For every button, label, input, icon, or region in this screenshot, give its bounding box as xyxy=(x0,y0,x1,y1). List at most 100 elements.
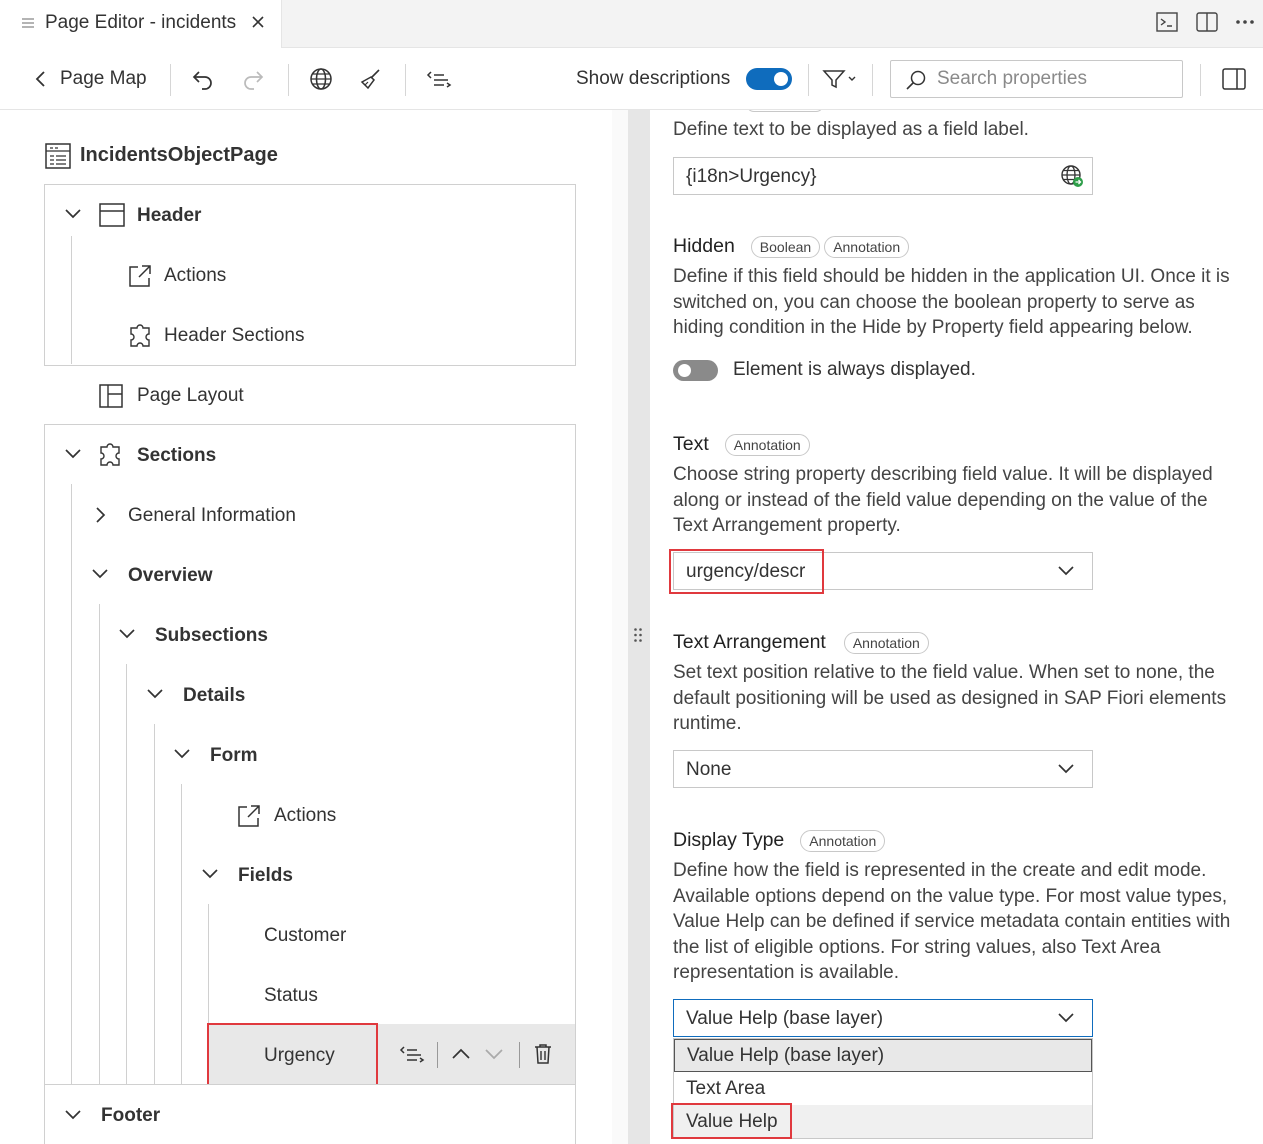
panel-layout-icon[interactable] xyxy=(1222,48,1246,110)
hidden-description: Define if this field should be hidden in… xyxy=(673,266,1230,338)
tree-guide-line xyxy=(99,604,100,1084)
header-layout-icon xyxy=(99,203,125,227)
text-arrangement-select[interactable]: None xyxy=(673,750,1093,788)
chevron-down-icon[interactable] xyxy=(64,447,82,461)
close-icon[interactable] xyxy=(250,10,266,36)
tree-guide-line xyxy=(71,236,72,364)
external-link-icon xyxy=(129,265,151,287)
tree-guide-line xyxy=(154,724,155,1084)
move-up-icon[interactable] xyxy=(451,1047,471,1061)
chevron-down-icon[interactable] xyxy=(91,567,109,581)
globe-icon[interactable] xyxy=(309,48,333,110)
tree-item-fields[interactable]: Fields xyxy=(238,856,293,896)
tab-title: Page Editor - incidents xyxy=(45,12,237,33)
page-tree-panel: IncidentsObjectPage Header Actions Heade… xyxy=(0,110,612,1144)
chevron-down-icon xyxy=(1058,1013,1074,1023)
tree-item-form[interactable]: Form xyxy=(210,736,258,776)
display-type-value: Value Help (base layer) xyxy=(686,1008,884,1029)
outline-list-icon[interactable] xyxy=(399,1044,425,1064)
highlight-box xyxy=(207,1023,378,1087)
toggle-knob xyxy=(678,364,691,377)
properties-panel: Define text to be displayed as a field l… xyxy=(650,110,1263,1144)
tree-item-field[interactable]: Customer xyxy=(264,916,346,956)
tree-guide-line xyxy=(181,784,182,1084)
show-descriptions-toggle[interactable] xyxy=(746,68,792,90)
puzzle-icon xyxy=(130,324,150,347)
chevron-down-icon[interactable] xyxy=(146,687,164,701)
search-icon xyxy=(906,70,926,90)
display-type-title: Display Type xyxy=(673,829,785,851)
hidden-toggle[interactable] xyxy=(673,360,718,381)
tree-item-subsections[interactable]: Subsections xyxy=(155,616,268,656)
tree-item-sections[interactable]: Sections xyxy=(137,436,216,476)
tree-item-page-layout[interactable]: Page Layout xyxy=(137,376,244,416)
text-property-header: Text Annotation xyxy=(673,433,810,456)
split-editor-icon[interactable] xyxy=(1195,10,1219,34)
toolbar-divider xyxy=(170,64,171,96)
undo-icon[interactable] xyxy=(191,48,215,110)
text-arrangement-property-header: Text Arrangement Annotation xyxy=(673,631,929,654)
filter-icon[interactable] xyxy=(822,48,858,110)
tree-item-form-actions[interactable]: Actions xyxy=(274,796,336,836)
chevron-down-icon[interactable] xyxy=(64,1108,82,1122)
clean-brush-icon[interactable] xyxy=(359,48,383,110)
text-arrangement-title: Text Arrangement xyxy=(673,631,826,653)
label-input-value: {i18n>Urgency} xyxy=(686,166,817,187)
annotation-badge: Annotation xyxy=(843,631,929,654)
tree-item-footer[interactable]: Footer xyxy=(101,1096,160,1136)
display-type-select[interactable]: Value Help (base layer) xyxy=(673,999,1093,1037)
move-down-icon[interactable] xyxy=(484,1047,504,1061)
chevron-right-icon[interactable] xyxy=(94,506,106,524)
hidden-title: Hidden xyxy=(673,235,735,257)
outline-list-icon[interactable] xyxy=(426,48,452,110)
chevron-down-icon[interactable] xyxy=(201,867,219,881)
chevron-down-icon[interactable] xyxy=(118,627,136,641)
clipped-badge xyxy=(746,110,824,112)
annotation-badge: Annotation xyxy=(800,829,886,852)
display-type-property-header: Display Type Annotation xyxy=(673,829,886,852)
toolbar-divider xyxy=(1200,64,1201,96)
toolbar-divider xyxy=(405,64,406,96)
dropdown-option-selected[interactable]: Value Help (base layer) xyxy=(674,1039,1092,1072)
chevron-down-icon[interactable] xyxy=(64,207,82,221)
chevron-down-icon[interactable] xyxy=(173,747,191,761)
hidden-property-header: Hidden Boolean Annotation xyxy=(673,235,910,258)
row-action-divider xyxy=(519,1042,520,1068)
annotation-badge: Annotation xyxy=(824,235,910,258)
translation-globe-icon[interactable] xyxy=(1060,164,1084,188)
tree-item-overview[interactable]: Overview xyxy=(128,556,213,596)
object-page-icon xyxy=(45,143,71,169)
redo-icon[interactable] xyxy=(241,48,265,110)
text-title: Text xyxy=(673,433,709,455)
toolbar-divider xyxy=(288,64,289,96)
more-actions-icon[interactable] xyxy=(1233,10,1257,34)
highlight-box xyxy=(669,549,824,594)
page-map-label: Page Map xyxy=(60,68,147,89)
tree-item-field[interactable]: Status xyxy=(264,976,318,1016)
tree-item-details[interactable]: Details xyxy=(183,676,245,716)
editor-tab[interactable]: Page Editor - incidents xyxy=(0,0,282,48)
trash-icon[interactable] xyxy=(533,1043,553,1065)
terminal-icon[interactable] xyxy=(1155,10,1179,34)
drag-handle-icon[interactable] xyxy=(633,627,643,648)
tree-item-general-information[interactable]: General Information xyxy=(128,496,296,536)
search-properties-field[interactable] xyxy=(890,60,1183,98)
page-layout-icon xyxy=(99,384,123,408)
dropdown-option[interactable]: Text Area xyxy=(674,1072,1092,1105)
label-input[interactable]: {i18n>Urgency} xyxy=(673,157,1093,195)
tree-item-header-actions[interactable]: Actions xyxy=(164,256,226,296)
chevron-left-icon xyxy=(35,71,45,87)
tree-item-header[interactable]: Header xyxy=(137,196,201,236)
show-descriptions-label: Show descriptions xyxy=(576,68,731,89)
toolbar-divider xyxy=(872,64,873,96)
tree-item-header-sections[interactable]: Header Sections xyxy=(164,316,304,356)
search-input[interactable] xyxy=(937,67,1177,91)
text-arrangement-value: None xyxy=(686,759,732,780)
toggle-knob xyxy=(774,72,788,86)
toolbar-divider xyxy=(808,64,809,96)
page-map-back-button[interactable]: Page Map xyxy=(34,48,147,110)
tree-guide-line xyxy=(71,484,72,1084)
puzzle-icon xyxy=(100,443,120,466)
page-title: IncidentsObjectPage xyxy=(80,144,278,166)
editor-toolbar: Page Map Show descriptions xyxy=(0,48,1263,110)
